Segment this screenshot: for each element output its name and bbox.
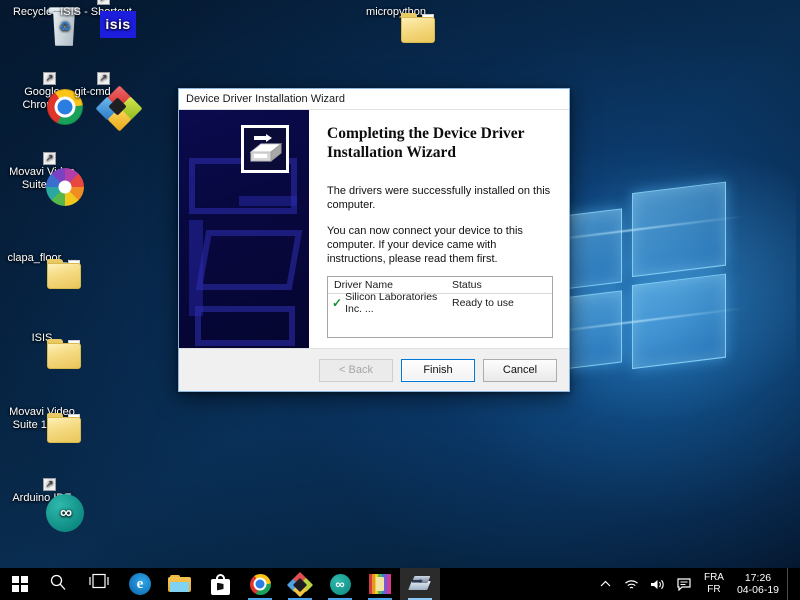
wizard-paragraph-2: You can now connect your device to this … (327, 225, 523, 265)
search-icon (49, 573, 71, 595)
driver-status-table[interactable]: Driver Name Status ✓ Silicon Laboratories… (327, 276, 553, 338)
desktop-icon-micropython-folder[interactable]: micropython (358, 6, 435, 43)
device-driver-icon (408, 574, 431, 594)
taskbar-chrome[interactable]: Google Chrome (240, 568, 280, 600)
show-hidden-icons-chevron-icon[interactable] (593, 568, 619, 600)
clock-date: 04-06-19 (736, 584, 779, 596)
driver-table-col-status: Status (452, 279, 482, 291)
task-view-icon (89, 573, 111, 595)
language-line-2: FR (707, 584, 721, 595)
back-button[interactable]: < Back (319, 358, 393, 382)
taskbar-git-cmd[interactable]: git-cmd (280, 568, 320, 600)
volume-icon[interactable] (645, 568, 671, 600)
taskbar-arduino[interactable]: Arduino IDE (320, 568, 360, 600)
shortcut-arrow-icon: ↗ (43, 478, 56, 491)
desktop-icon-clapa-floor-folder[interactable]: clapa_floor_... (4, 252, 81, 289)
desktop-icon-isis-shortcut[interactable]: isis↗ISIS - Shortcut (58, 0, 136, 38)
movavi-logo-icon (46, 168, 84, 206)
arduino-logo-icon: ∞ (46, 494, 84, 532)
shortcut-arrow-icon: ↗ (97, 0, 110, 5)
wizard-paragraph-1: The drivers were successfully installed … (327, 185, 551, 211)
folder-icon (47, 339, 83, 369)
wizard-content: Completing the Device Driver Installatio… (309, 110, 569, 348)
wizard-banner (179, 110, 309, 348)
arduino-logo-icon (329, 573, 351, 595)
taskbar-isis[interactable]: ISIS (360, 568, 400, 600)
chrome-logo-icon (249, 573, 271, 595)
cancel-button[interactable]: Cancel (483, 358, 557, 382)
file-explorer-icon (168, 574, 192, 594)
taskbar[interactable]: Start SearchTask VieweMicrosoft EdgeFile… (0, 568, 800, 600)
language-line-1: FRA (703, 572, 724, 583)
desktop-icon-git-cmd[interactable]: ↗ git-cmd - (58, 72, 143, 132)
show-desktop-button[interactable] (787, 568, 794, 600)
dialog-body: Completing the Device Driver Installatio… (179, 110, 569, 348)
windows-wallpaper-logo (496, 132, 796, 450)
finish-button[interactable]: Finish (401, 358, 475, 382)
dialog-titlebar[interactable]: Device Driver Installation Wizard (179, 89, 569, 110)
folder-icon (47, 259, 83, 289)
driver-table-row[interactable]: ✓ Silicon Laboratories Inc. ... Ready to u… (328, 291, 552, 315)
edge-logo-icon: e (129, 573, 151, 595)
taskbar-edge[interactable]: eMicrosoft Edge (120, 568, 160, 600)
desktop-icon-isis-folder[interactable]: ISIS (4, 332, 81, 369)
wizard-heading: Completing the Device Driver Installatio… (327, 125, 525, 161)
dialog-title: Device Driver Installation Wizard (186, 93, 345, 105)
microsoft-store-icon (210, 573, 230, 595)
folder-icon (401, 13, 437, 43)
recycle-symbol-icon: ♻ (59, 19, 71, 34)
status-ok-check-icon: ✓ (332, 295, 343, 310)
language-indicator[interactable]: FRA FR (697, 572, 731, 596)
taskbar-file-explorer[interactable]: File Explorer (160, 568, 200, 600)
clock[interactable]: 17:26 04-06-19 (731, 572, 787, 596)
network-wifi-icon[interactable] (619, 568, 645, 600)
windows-logo-icon (12, 576, 28, 592)
taskbar-task-view[interactable]: Task View (80, 568, 120, 600)
clock-time: 17:26 (744, 572, 772, 584)
driver-name-cell: Silicon Laboratories Inc. ... (345, 290, 438, 315)
isis-logo-icon: isis (100, 11, 136, 38)
isis-logo-icon (369, 574, 391, 594)
driver-table-col-driver-name: Driver Name (334, 279, 393, 291)
shortcut-arrow-icon: ↗ (43, 72, 56, 85)
git-cmd-logo-icon (286, 571, 314, 598)
folder-icon (47, 413, 83, 443)
desktop-icon-arduino-ide[interactable]: ∞ ↗ Arduino IDE (4, 478, 84, 532)
action-center-icon[interactable] (671, 568, 697, 600)
taskbar-driver-wizard[interactable]: Device Driver Installation Wizard (400, 568, 440, 600)
desktop-icon-movavi-video-suite-1702-folder[interactable]: Movavi Video Suite 17.0.2 (4, 406, 81, 443)
taskbar-items: SearchTask VieweMicrosoft EdgeFile Explo… (40, 568, 440, 600)
start-button[interactable]: Start (0, 568, 40, 600)
device-driver-icon (241, 125, 289, 173)
taskbar-store[interactable]: Microsoft Store (200, 568, 240, 600)
dialog-button-bar: < Back Finish Cancel (179, 348, 569, 391)
desktop[interactable]: ♻Recycle Binisis↗ISIS - Shortcutmicropyt… (0, 0, 800, 600)
driver-status-cell: Ready to use (452, 296, 514, 309)
driver-table-rows: ✓ Silicon Laboratories Inc. ... Ready to u… (328, 291, 552, 315)
device-driver-installation-wizard-dialog[interactable]: Device Driver Installation Wizard Comple… (178, 88, 570, 392)
system-tray[interactable]: FRA FR 17:26 04-06-19 (593, 568, 800, 600)
taskbar-search[interactable]: Search (40, 568, 80, 600)
shortcut-arrow-icon: ↗ (97, 72, 110, 85)
shortcut-arrow-icon: ↗ (43, 152, 56, 165)
desktop-icon-movavi-video-suite-17[interactable]: ↗ Movavi Video Suite 17 (4, 152, 84, 206)
